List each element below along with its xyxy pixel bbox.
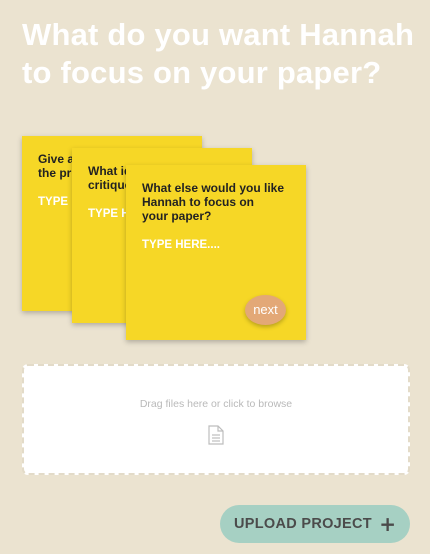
card-prompt: What else would you like Hannah to focus… <box>142 181 285 223</box>
card-answer-input[interactable] <box>142 239 290 251</box>
next-button[interactable]: next <box>245 295 286 325</box>
file-dropzone[interactable]: Drag files here or click to browse <box>22 364 410 475</box>
upload-project-button[interactable]: UPLOAD PROJECT + <box>220 505 410 543</box>
dropzone-text: Drag files here or click to browse <box>139 398 293 410</box>
file-icon <box>208 425 224 445</box>
upload-label: UPLOAD PROJECT <box>234 516 372 532</box>
plus-icon: + <box>379 512 396 536</box>
question-card-active[interactable]: What else would you like Hannah to focus… <box>126 165 306 340</box>
page-title: What do you want Hannah to focus on your… <box>22 17 415 90</box>
